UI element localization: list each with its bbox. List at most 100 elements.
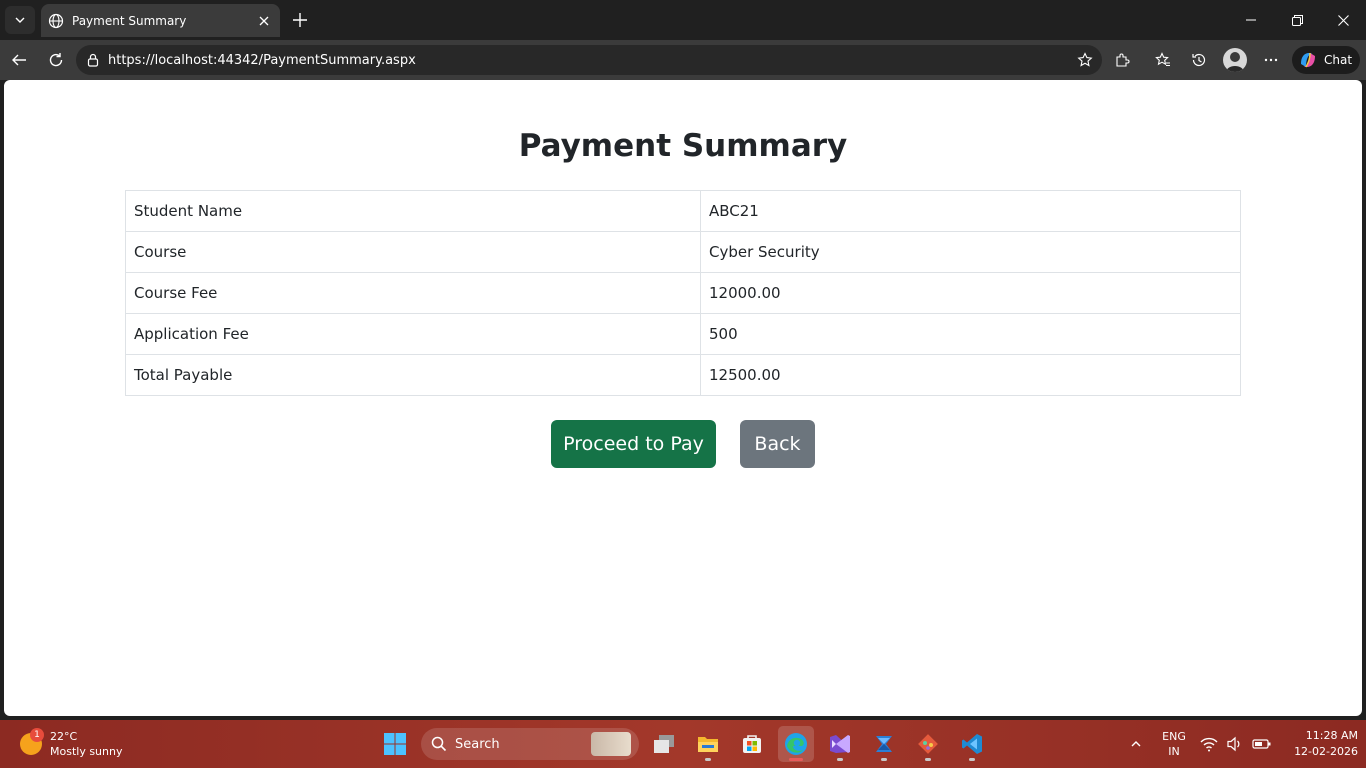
row-label-course: Course: [125, 231, 701, 273]
vscode-button[interactable]: [954, 726, 990, 762]
language-region: IN: [1168, 745, 1180, 758]
git-tool-button[interactable]: [910, 726, 946, 762]
tab-close-button[interactable]: [252, 9, 276, 33]
history-button[interactable]: [1184, 45, 1214, 75]
start-button[interactable]: [380, 729, 410, 759]
address-bar[interactable]: https://localhost:44342/PaymentSummary.a…: [76, 45, 1102, 75]
tab-strip: Payment Summary: [0, 0, 1366, 40]
file-explorer-button[interactable]: [690, 726, 726, 762]
search-highlight-image: [591, 732, 631, 756]
weather-widget[interactable]: 1 22°C Mostly sunny: [18, 728, 138, 760]
table-row: Student Name ABC21: [125, 190, 1241, 232]
windows-taskbar: 1 22°C Mostly sunny Search ENG IN 11:28 …: [0, 720, 1366, 768]
row-label-total-payable: Total Payable: [125, 354, 701, 396]
lock-icon: [87, 53, 99, 67]
sql-server-button[interactable]: [866, 726, 902, 762]
task-view-button[interactable]: [646, 726, 682, 762]
payment-summary-table: Student Name ABC21 Course Cyber Security…: [125, 190, 1241, 396]
close-icon: [259, 16, 269, 25]
edge-icon: [785, 733, 807, 755]
back-button[interactable]: [4, 45, 34, 75]
profile-avatar[interactable]: [1223, 48, 1247, 72]
weather-description: Mostly sunny: [50, 745, 123, 758]
plus-icon: [293, 13, 307, 27]
visual-studio-icon: [830, 735, 850, 753]
profile-avatar-image: [1226, 52, 1244, 72]
row-value-total-payable: 12500.00: [700, 354, 1241, 396]
minimize-button[interactable]: [1228, 4, 1274, 36]
extensions-button[interactable]: [1107, 45, 1137, 75]
window-close-button[interactable]: [1320, 4, 1366, 36]
row-label-course-fee: Course Fee: [125, 272, 701, 314]
wifi-icon: [1200, 737, 1218, 752]
refresh-icon: [49, 53, 63, 67]
app-indicator: [925, 758, 931, 761]
app-indicator: [837, 758, 843, 761]
search-icon: [431, 736, 447, 752]
settings-more-button[interactable]: [1256, 45, 1286, 75]
table-row: Application Fee 500: [125, 313, 1241, 355]
taskbar-search[interactable]: Search: [421, 728, 639, 760]
store-icon: [743, 735, 761, 753]
back-page-button[interactable]: Back: [740, 420, 815, 468]
favorites-button[interactable]: [1148, 45, 1178, 75]
task-view-icon: [654, 735, 674, 753]
browser-toolbar: https://localhost:44342/PaymentSummary.a…: [0, 40, 1366, 80]
weather-notification-badge: 1: [30, 728, 44, 742]
copilot-icon: [1301, 52, 1315, 68]
windows-logo-icon: [384, 733, 406, 755]
row-value-course-fee: 12000.00: [700, 272, 1241, 314]
tab-list-button[interactable]: [5, 6, 35, 34]
table-row: Total Payable 12500.00: [125, 354, 1241, 396]
new-tab-button[interactable]: [286, 6, 314, 34]
refresh-button[interactable]: [41, 45, 71, 75]
show-hidden-icons-button[interactable]: [1124, 732, 1148, 756]
vscode-icon: [962, 734, 982, 754]
search-label: Search: [455, 736, 500, 752]
speaker-icon: [1227, 736, 1240, 752]
chat-label: Chat: [1324, 53, 1353, 67]
app-indicator: [881, 758, 887, 761]
store-button[interactable]: [734, 726, 770, 762]
tab-title: Payment Summary: [72, 13, 187, 28]
visual-studio-button[interactable]: [822, 726, 858, 762]
app-indicator: [705, 758, 711, 761]
row-label-application-fee: Application Fee: [125, 313, 701, 355]
extensions-icon: [1116, 53, 1130, 67]
tab-payment-summary[interactable]: Payment Summary: [41, 4, 280, 37]
url-text[interactable]: https://localhost:44342/PaymentSummary.a…: [108, 53, 1070, 68]
edge-browser-button[interactable]: [778, 726, 814, 762]
window-close-icon: [1337, 14, 1349, 26]
clock-date: 12-02-2026: [1294, 745, 1358, 758]
row-value-application-fee: 500: [700, 313, 1241, 355]
app-indicator: [969, 758, 975, 761]
system-tray-quick-settings[interactable]: [1200, 732, 1272, 756]
row-value-course: Cyber Security: [700, 231, 1241, 273]
table-row: Course Fee 12000.00: [125, 272, 1241, 314]
back-arrow-icon: [12, 54, 26, 66]
favorites-icon: [1155, 52, 1170, 67]
input-language-button[interactable]: ENG IN: [1158, 729, 1190, 759]
row-value-student-name: ABC21: [700, 190, 1241, 232]
page-title: Payment Summary: [518, 128, 848, 164]
app-indicator-active: [789, 758, 803, 761]
restore-button[interactable]: [1274, 4, 1320, 36]
chevron-up-icon: [1131, 741, 1141, 747]
page-viewport: Payment Summary Student Name ABC21 Cours…: [4, 80, 1362, 716]
git-icon: [918, 734, 938, 754]
language-code: ENG: [1162, 730, 1186, 743]
add-favorite-button[interactable]: [1070, 45, 1100, 75]
proceed-to-pay-button[interactable]: Proceed to Pay: [551, 420, 716, 468]
row-label-student-name: Student Name: [125, 190, 701, 232]
file-explorer-icon: [698, 737, 718, 752]
more-icon: [1264, 58, 1278, 62]
copilot-chat-button[interactable]: Chat: [1292, 46, 1360, 74]
taskbar-clock[interactable]: 11:28 AM 12-02-2026: [1282, 728, 1358, 760]
globe-icon: [48, 13, 64, 28]
restore-icon: [1291, 14, 1303, 26]
minimize-icon: [1246, 19, 1256, 21]
site-info-button[interactable]: [78, 45, 108, 75]
tab-list-icon: [15, 17, 25, 23]
weather-temperature: 22°C: [50, 730, 78, 743]
sql-server-icon: [876, 736, 892, 752]
